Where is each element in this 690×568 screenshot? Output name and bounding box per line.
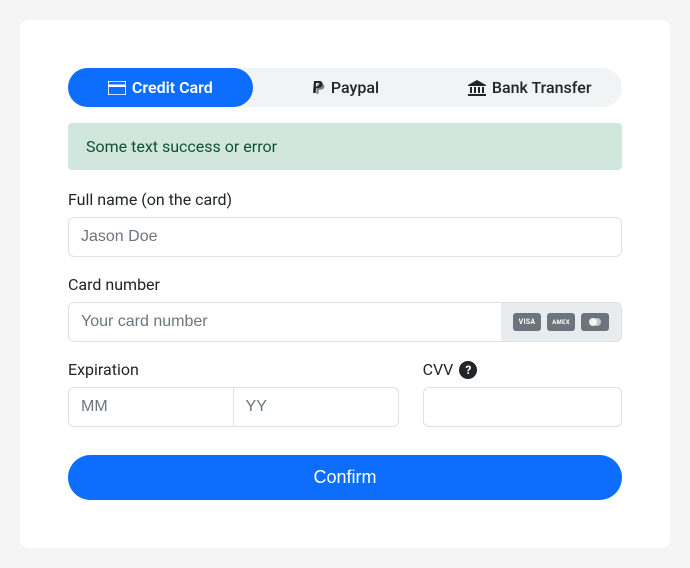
expiration-group: Expiration <box>68 360 399 427</box>
paypal-icon <box>311 80 325 96</box>
amex-icon: AMEX <box>547 313 575 331</box>
payment-method-tabs: Credit Card Paypal Bank Transfer <box>68 68 622 107</box>
full-name-group: Full name (on the card) <box>68 190 622 257</box>
status-alert: Some text success or error <box>68 123 622 170</box>
tab-credit-card-label: Credit Card <box>132 78 213 97</box>
exp-year-input[interactable] <box>234 387 399 427</box>
card-number-input[interactable] <box>68 302 501 342</box>
cvv-label: CVV <box>423 360 454 379</box>
payment-card: Credit Card Paypal Bank Transfer Some te… <box>20 20 670 548</box>
card-brands: VISA AMEX <box>501 302 622 342</box>
credit-card-icon <box>108 81 126 95</box>
card-number-group: Card number VISA AMEX <box>68 275 622 342</box>
expiration-label: Expiration <box>68 360 399 379</box>
card-number-label: Card number <box>68 275 622 294</box>
mastercard-icon <box>581 313 609 331</box>
full-name-input[interactable] <box>68 217 622 257</box>
status-alert-text: Some text success or error <box>86 137 277 156</box>
tab-bank-transfer[interactable]: Bank Transfer <box>437 68 622 107</box>
tab-paypal[interactable]: Paypal <box>253 68 438 107</box>
confirm-button[interactable]: Confirm <box>68 455 622 500</box>
tab-bank-transfer-label: Bank Transfer <box>492 78 592 97</box>
bank-icon <box>468 80 486 96</box>
visa-icon: VISA <box>513 313 541 331</box>
exp-month-input[interactable] <box>68 387 234 427</box>
tab-paypal-label: Paypal <box>331 78 379 97</box>
cvv-input[interactable] <box>423 387 622 427</box>
cvv-group: CVV ? <box>423 360 622 427</box>
help-icon[interactable]: ? <box>459 361 477 379</box>
full-name-label: Full name (on the card) <box>68 190 622 209</box>
tab-credit-card[interactable]: Credit Card <box>68 68 253 107</box>
